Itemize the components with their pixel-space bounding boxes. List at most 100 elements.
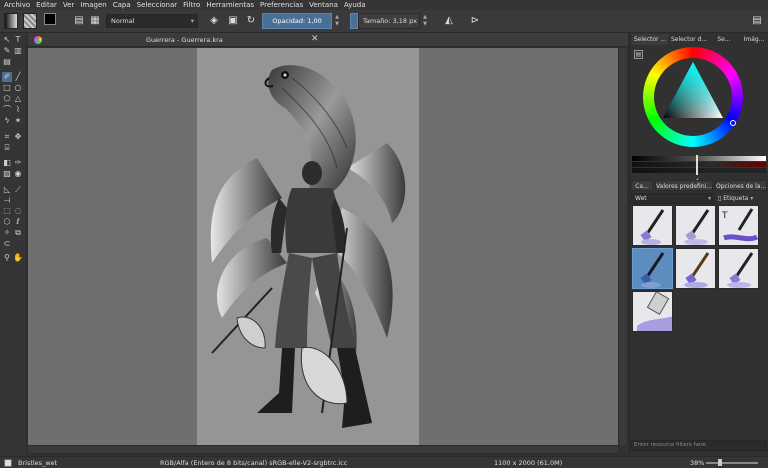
brush-preset-wet-5[interactable] (718, 248, 759, 289)
blend-mode-select[interactable]: Normal ▾ (106, 14, 198, 28)
menu-archivo[interactable]: Archivo (4, 1, 30, 9)
mirror-horizontal-icon[interactable]: ◭ (442, 14, 456, 28)
preset-chooser-icon[interactable]: ▦ (88, 14, 102, 28)
bezier-tool-icon[interactable]: ⌒ (2, 105, 12, 115)
saturation-value-triangle[interactable] (657, 58, 729, 124)
menu-imagen[interactable]: Imagen (80, 1, 106, 9)
size-spin[interactable]: ▲ ▼ (422, 14, 428, 28)
shade-strip-3[interactable] (632, 168, 766, 173)
brush-preset-wet-3[interactable]: T (718, 205, 759, 246)
vertical-scrollbar[interactable] (618, 48, 628, 445)
resource-filter-input[interactable]: Enter resource filters here (631, 440, 767, 451)
pan-tool-icon[interactable]: ✋ (13, 253, 23, 263)
size-slider-fill[interactable] (350, 13, 358, 29)
tool-options-bar: ▤ ▦ Normal ▾ ◈ ▣ ↻ Opacidad: 1,00 ▲ ▼ Tam… (0, 10, 768, 33)
rect-select-icon[interactable]: ⬚ (2, 206, 12, 216)
edit-shapes-icon[interactable]: ✎ (2, 46, 12, 56)
line-tool-icon[interactable]: ╱ (13, 72, 23, 82)
close-document-icon[interactable]: ✕ (311, 34, 319, 44)
size-slider[interactable]: Tamaño: 3,18 px (358, 13, 420, 29)
menu-filtro[interactable]: Filtro (183, 1, 200, 9)
tab-brush-presets[interactable]: Valores predefini... (655, 180, 713, 191)
contiguous-select-icon[interactable]: ✧ (2, 228, 12, 238)
text-tool-icon[interactable]: T (13, 35, 23, 45)
chevron-down-icon: ▾ (748, 195, 754, 202)
tag-button[interactable]: ▯ Etiqueta ▾ (718, 193, 766, 204)
measure-tool-icon[interactable]: ⟋ (13, 185, 23, 195)
ellipse-select-icon[interactable]: ◌ (13, 206, 23, 216)
brush-preset-wet-6[interactable] (632, 291, 673, 332)
zoom-tool-icon[interactable]: ⚲ (2, 253, 12, 263)
fill-tool-icon[interactable]: ◉ (13, 169, 23, 179)
menu-ver[interactable]: Ver (63, 1, 74, 9)
status-brush-name: Bristles_wet (18, 459, 58, 467)
hue-cursor[interactable] (730, 120, 736, 126)
menu-capa[interactable]: Capa (113, 1, 131, 9)
fill-pattern-icon[interactable]: ▤ (2, 57, 12, 67)
rectangle-tool-icon[interactable]: □ (2, 83, 12, 93)
menu-ventana[interactable]: Ventana (309, 1, 338, 9)
eraser-icon[interactable]: ◈ (207, 14, 221, 28)
tab-images[interactable]: Imág... (740, 34, 768, 45)
zoom-slider-handle[interactable] (718, 459, 722, 466)
freehand-brush-icon[interactable]: ✐ (2, 72, 12, 82)
pattern-swatch[interactable] (23, 13, 37, 29)
freehand-select-icon[interactable]: ℓ (13, 217, 23, 227)
preserve-alpha-icon[interactable]: ▣ (226, 14, 240, 28)
tab-advanced-color-selector[interactable]: Selector ... (632, 34, 668, 45)
polygon-select-icon[interactable]: ⬡ (2, 217, 12, 227)
menu-herramientas[interactable]: Herramientas (206, 1, 254, 9)
polygon-tool-icon[interactable]: ⬠ (2, 94, 12, 104)
vertical-scroll-thumb[interactable] (619, 48, 627, 445)
freehand-path-icon[interactable]: ⌇ (13, 105, 23, 115)
menu-editar[interactable]: Editar (36, 1, 57, 9)
select-shapes-icon[interactable]: ↖ (2, 35, 12, 45)
reference-tool-icon[interactable]: ⊣ (2, 196, 12, 206)
brush-tag-filter[interactable]: Wet ▾ (631, 193, 715, 204)
similar-select-icon[interactable]: ⧉ (13, 228, 23, 238)
tab-se[interactable]: Se... (710, 34, 738, 45)
tab-ca[interactable]: Ca... (631, 180, 653, 191)
menu-ayuda[interactable]: Ayuda (344, 1, 366, 9)
move-tool-icon[interactable]: ✥ (13, 132, 23, 142)
horizontal-scroll-thumb[interactable] (28, 446, 618, 453)
toolbar-menu-icon[interactable]: ▤ (750, 14, 764, 28)
brush-thumbnail (640, 252, 665, 288)
shade-strip-2[interactable] (632, 162, 766, 167)
tab-color-selector[interactable]: Selector d... (670, 34, 708, 45)
reload-preset-icon[interactable]: ↻ (244, 14, 258, 28)
tab-tool-options[interactable]: Opciones de la... (715, 180, 767, 191)
hue-ring[interactable] (643, 47, 743, 147)
svg-text:T: T (721, 211, 728, 221)
dynamic-brush-icon[interactable]: ϟ (2, 116, 12, 126)
color-picker-icon[interactable]: ✑ (13, 158, 23, 168)
polyline-tool-icon[interactable]: △ (13, 94, 23, 104)
brush-preset-wet-2[interactable] (675, 205, 716, 246)
menu-seleccionar[interactable]: Seleccionar (137, 1, 178, 9)
calligraphy-icon[interactable]: ▥ (13, 46, 23, 56)
opacity-slider[interactable]: Opacidad: 1,00 (262, 13, 332, 29)
bezier-select-icon[interactable]: ⊂ (2, 239, 12, 249)
menu-preferencias[interactable]: Preferencias (260, 1, 303, 9)
multibrush-icon[interactable]: ✶ (13, 116, 23, 126)
opacity-spin[interactable]: ▲ ▼ (334, 14, 340, 28)
gradient-swatch[interactable] (4, 13, 18, 29)
color-selector-settings-icon[interactable]: ▤ (634, 50, 643, 59)
zoom-slider[interactable] (706, 462, 758, 464)
gradient-tool-icon[interactable]: ◧ (2, 158, 12, 168)
shade-strip-1[interactable] (632, 156, 766, 161)
artwork-canvas[interactable] (197, 48, 419, 445)
foreground-color[interactable] (44, 13, 56, 25)
ellipse-tool-icon[interactable]: ○ (13, 83, 23, 93)
assistant-tool-icon[interactable]: ◺ (2, 185, 12, 195)
horizontal-scrollbar[interactable] (28, 445, 618, 454)
smart-patch-icon[interactable]: ▨ (2, 169, 12, 179)
brush-preset-wet-selected[interactable] (632, 248, 673, 289)
mirror-vertical-icon[interactable]: ⊳ (468, 14, 482, 28)
brush-settings-icon[interactable]: ▤ (72, 14, 86, 28)
document-tab[interactable]: Guerrera - Guerrera.kra ✕ (28, 33, 628, 47)
brush-preset-wet-1[interactable] (632, 205, 673, 246)
transform-tool-icon[interactable]: ⌸ (2, 143, 12, 153)
brush-preset-wet-4[interactable] (675, 248, 716, 289)
crop-tool-icon[interactable]: ⌗ (2, 132, 12, 142)
